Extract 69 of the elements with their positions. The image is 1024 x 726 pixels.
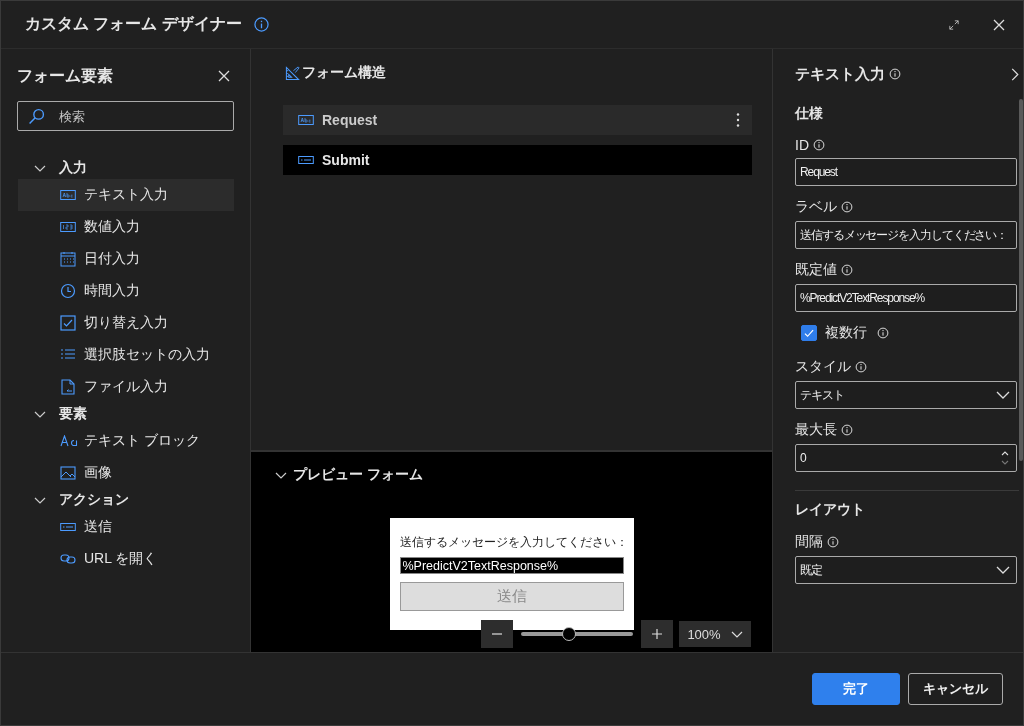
info-icon[interactable] — [253, 17, 269, 32]
panel-title: テキスト入力 — [795, 64, 885, 84]
section-title: レイアウト — [795, 501, 866, 519]
element-item[interactable]: 数値入力 — [18, 211, 234, 243]
ruler-triangle-icon — [285, 65, 300, 81]
form-structure-item[interactable]: Request — [283, 105, 752, 135]
field-label: スタイル — [795, 358, 851, 376]
close-icon[interactable] — [993, 18, 1005, 31]
expand-icon[interactable] — [949, 19, 959, 30]
field-label: ID — [795, 137, 809, 153]
zoom-dropdown[interactable]: 100% — [679, 621, 751, 647]
number-field-icon — [60, 219, 76, 235]
cancel-button[interactable]: キャンセル — [908, 673, 1003, 705]
element-item[interactable]: テキスト入力 — [18, 179, 234, 211]
element-item[interactable]: テキスト ブロック — [18, 425, 234, 457]
more-options-icon[interactable] — [736, 112, 740, 128]
calendar-icon — [60, 251, 76, 267]
dropdown[interactable]: 既定 — [795, 556, 1017, 584]
number-field[interactable]: 0 — [795, 444, 1017, 472]
search-input[interactable]: 検索 — [57, 107, 211, 125]
element-item[interactable]: ファイル入力 — [18, 371, 234, 403]
input-field[interactable]: %PredictV2TextResponse% — [795, 284, 1017, 312]
element-item[interactable]: 選択肢セットの入力 — [18, 339, 234, 371]
scrollbar[interactable] — [1019, 99, 1023, 461]
search-field[interactable]: 検索 — [17, 101, 234, 131]
file-icon — [60, 379, 76, 395]
text-block-icon — [60, 435, 78, 447]
preview-header[interactable]: プレビュー フォーム — [251, 452, 772, 486]
field-label: ラベル — [795, 198, 837, 216]
group-header[interactable]: 入力 — [17, 157, 234, 179]
element-item[interactable]: 画像 — [18, 457, 234, 489]
input-field[interactable]: %PredictV2TextResponse% — [399, 557, 624, 574]
clock-icon — [60, 283, 76, 299]
caret-icon — [996, 391, 1010, 399]
search-icon — [28, 107, 45, 125]
field-label: 送信するメッセージを入力してください： — [399, 535, 624, 550]
zoom-slider[interactable] — [521, 626, 633, 642]
field-label: 既定値 — [795, 261, 837, 279]
group-header[interactable]: 要素 — [17, 403, 234, 425]
link-icon — [60, 551, 76, 567]
checkbox-icon — [60, 315, 76, 331]
section-title: フォーム構造 — [302, 64, 386, 82]
element-item[interactable]: 時間入力 — [18, 275, 234, 307]
input-field[interactable]: Request — [795, 158, 1017, 186]
section-title: 仕様 — [795, 105, 824, 123]
text-field-icon — [60, 187, 76, 203]
field-label: 間隔 — [795, 533, 823, 551]
panel-title: フォーム要素 — [17, 65, 113, 86]
caret-icon — [996, 566, 1010, 574]
group-header[interactable]: アクション — [17, 489, 234, 511]
zoom-out-button[interactable] — [481, 620, 513, 648]
plus-icon — [651, 628, 663, 640]
form-structure-item[interactable]: Submit — [283, 145, 752, 175]
element-item[interactable]: 日付入力 — [18, 243, 234, 275]
checkbox[interactable] — [801, 325, 817, 341]
dropdown[interactable]: テキスト — [795, 381, 1017, 409]
window-title: カスタム フォーム デザイナー — [25, 14, 242, 34]
element-item[interactable]: 送信 — [18, 511, 234, 543]
image-icon — [60, 465, 76, 481]
done-button[interactable]: 完了 — [812, 673, 900, 705]
field-label: 複数行 — [825, 324, 867, 342]
field-label: 最大長 — [795, 421, 837, 439]
input-field[interactable]: 送信するメッセージを入力してください： — [795, 221, 1017, 249]
element-item[interactable]: URL を開く — [18, 543, 234, 575]
zoom-in-button[interactable] — [641, 620, 673, 648]
chevron-right-icon[interactable] — [1011, 67, 1019, 81]
element-item[interactable]: 切り替え入力 — [18, 307, 234, 339]
close-icon[interactable] — [218, 70, 230, 82]
text-field-icon — [298, 112, 314, 128]
